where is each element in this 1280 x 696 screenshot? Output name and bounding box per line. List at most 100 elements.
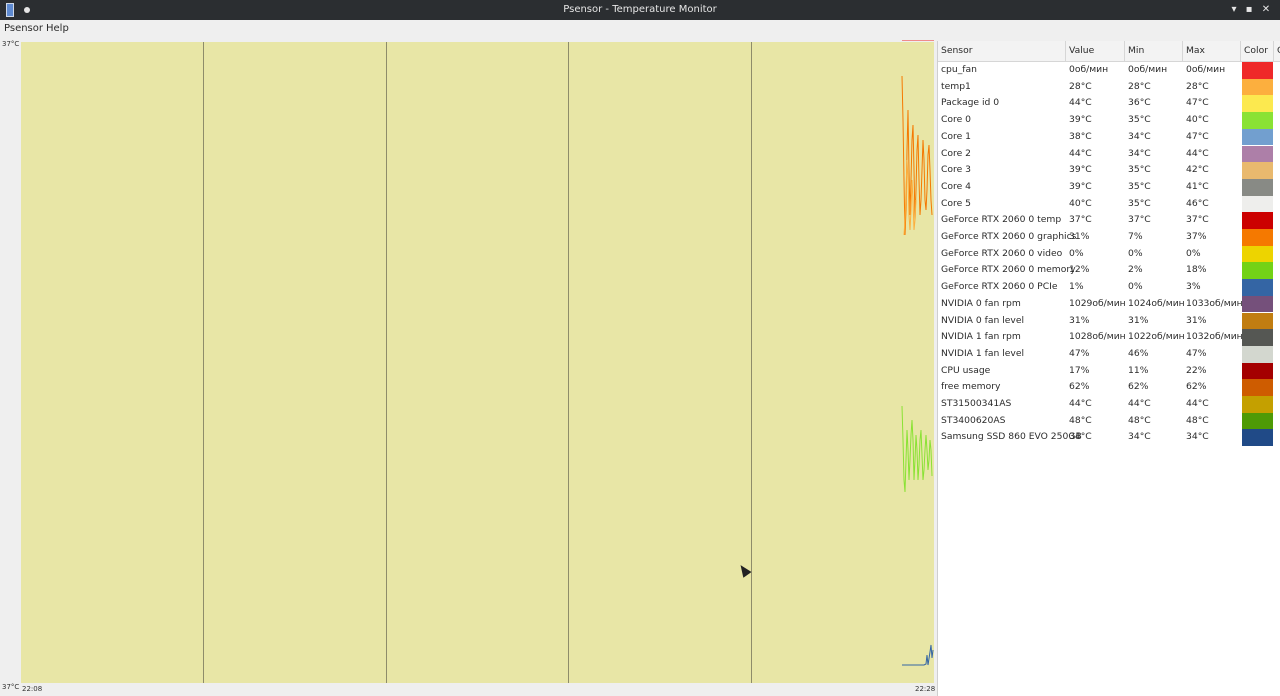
sensor-color-swatch[interactable] [1242,396,1273,413]
sensor-max-cell: 47% [1186,347,1207,359]
column-header-value[interactable]: Value [1066,41,1125,61]
sensor-color-swatch[interactable] [1242,362,1273,380]
menu-help[interactable]: Help [44,23,71,34]
sensor-name-cell: Core 3 [941,164,972,176]
table-row[interactable]: NVIDIA 0 fan rpm 1029об/мин 1024об/мин 1033… [938,295,1280,313]
table-row[interactable]: NVIDIA 1 fan rpm 1028об/мин 1022об/мин 1032… [938,329,1280,346]
table-row[interactable]: Core 4 39°C 35°C 41°C [938,178,1280,196]
window-title: Psensor - Temperature Monitor [563,4,717,15]
table-row[interactable]: CPU usage 17% 11% 22% [938,362,1280,380]
sensor-min-cell: 2% [1128,264,1143,276]
table-row[interactable]: Core 5 40°C 35°C 46°C [938,195,1280,213]
table-row[interactable]: GeForce RTX 2060 0 memory 12% 2% 18% [938,262,1280,280]
sensor-value-cell: 39°C [1069,164,1092,176]
sensor-name-cell: free memory [941,381,1001,393]
table-row[interactable]: Core 2 44°C 34°C 44°C [938,145,1280,163]
sensor-color-swatch[interactable] [1242,279,1273,296]
sensor-min-cell: 44°C [1128,398,1151,409]
sensor-max-cell: 40°C [1186,114,1209,126]
sensor-color-swatch[interactable] [1242,345,1273,363]
sensor-color-swatch[interactable] [1242,412,1273,430]
sensor-color-swatch[interactable] [1242,112,1273,129]
sensor-color-swatch[interactable] [1242,312,1273,330]
sensor-value-cell: 31% [1069,314,1090,326]
sensor-min-cell: 34°C [1128,130,1151,142]
sensor-color-swatch[interactable] [1242,95,1273,113]
table-row[interactable]: Package id 0 44°C 36°C 47°C [938,95,1280,113]
sensor-min-cell: 34°C [1128,431,1151,443]
graph-area: 37°C 37°C 22:08 22:28 [0,40,936,696]
table-row[interactable]: Core 0 39°C 35°C 40°C [938,112,1280,129]
close-button[interactable]: ✕ [1258,2,1274,18]
sensor-color-swatch[interactable] [1242,62,1273,79]
sensor-max-cell: 31% [1186,314,1207,326]
table-row[interactable]: Core 1 38°C 34°C 47°C [938,128,1280,146]
sensor-color-swatch[interactable] [1242,329,1273,346]
menu-psensor[interactable]: Psensor [2,23,45,34]
table-row[interactable]: GeForce RTX 2060 0 video 0% 0% 0% [938,245,1280,263]
table-row[interactable]: NVIDIA 1 fan level 47% 46% 47% [938,345,1280,363]
sensor-color-swatch[interactable] [1242,78,1273,96]
sensor-color-swatch[interactable] [1242,178,1273,196]
y-axis-max-label: 37°C [2,40,20,48]
sensor-max-cell: 46°C [1186,197,1209,209]
sensor-value-cell: 44°C [1069,147,1092,159]
sensor-name-cell: NVIDIA 1 fan rpm [941,331,1021,343]
sensor-name-cell: Core 0 [941,114,972,126]
sensor-name-cell: Samsung SSD 860 EVO 250GB [941,431,1082,443]
sensor-color-swatch[interactable] [1242,212,1273,229]
sensor-color-swatch[interactable] [1242,145,1273,163]
sensor-min-cell: 46% [1128,347,1149,359]
minimize-button[interactable]: ▾ [1226,2,1242,18]
sensor-min-cell: 0% [1128,247,1143,259]
y-axis-min-label: 37°C [2,683,20,691]
maximize-button[interactable]: ▪ [1241,2,1257,18]
column-header-min[interactable]: Min [1125,41,1183,61]
column-header-sensor[interactable]: Sensor [938,41,1066,61]
sensor-max-cell: 28°C [1186,80,1209,92]
sensor-min-cell: 28°C [1128,80,1151,92]
table-row[interactable]: GeForce RTX 2060 0 temp 37°C 37°C 37°C [938,212,1280,229]
table-row[interactable]: Core 3 39°C 35°C 42°C [938,162,1280,179]
sensor-value-cell: 48°C [1069,414,1092,426]
table-row[interactable]: temp1 28°C 28°C 28°C [938,78,1280,96]
sensor-value-cell: 31% [1069,231,1090,242]
graph-background [21,42,934,683]
sensor-color-swatch[interactable] [1242,128,1273,146]
table-row[interactable]: ST31500341AS 44°C 44°C 44°C [938,396,1280,413]
sensor-color-swatch[interactable] [1242,245,1273,263]
sensor-value-cell: 39°C [1069,114,1092,126]
table-row[interactable]: free memory 62% 62% 62% [938,379,1280,396]
sensor-color-swatch[interactable] [1242,429,1273,447]
sensor-max-cell: 41°C [1186,180,1209,192]
sensor-name-cell: Core 4 [941,180,972,192]
sensor-color-swatch[interactable] [1242,379,1273,396]
column-header-max[interactable]: Max [1183,41,1241,61]
table-row[interactable]: GeForce RTX 2060 0 PCIe 1% 0% 3% [938,279,1280,296]
sensor-min-cell: 62% [1128,381,1149,393]
sensor-name-cell: Core 1 [941,130,972,142]
table-row[interactable]: ST3400620AS 48°C 48°C 48°C [938,412,1280,430]
sensor-name-cell: cpu_fan [941,64,977,75]
sensor-min-cell: 35°C [1128,164,1151,176]
sensor-color-swatch[interactable] [1242,262,1273,280]
sensor-max-cell: 1032об/мин [1186,331,1243,343]
table-row[interactable]: NVIDIA 0 fan level 31% 31% 31% [938,312,1280,330]
menu-bar: Psensor Help [0,20,1280,40]
sensor-min-cell: 35°C [1128,114,1151,126]
table-row[interactable]: Samsung SSD 860 EVO 250GB 34°C 34°C 34°C [938,429,1280,447]
sensor-max-cell: 18% [1186,264,1207,276]
sensor-value-cell: 39°C [1069,180,1092,192]
sensor-color-swatch[interactable] [1242,162,1273,179]
sensor-value-cell: 17% [1069,364,1090,376]
sensor-min-cell: 48°C [1128,414,1151,426]
sensor-color-swatch[interactable] [1242,229,1273,246]
table-row[interactable]: cpu_fan 0об/мин 0об/мин 0об/мин [938,62,1280,79]
sensor-min-cell: 31% [1128,314,1149,326]
table-row[interactable]: GeForce RTX 2060 0 graphics 31% 7% 37% [938,229,1280,246]
sensor-value-cell: 1028об/мин [1069,331,1126,343]
column-header-graph[interactable]: G [1274,41,1280,61]
column-header-color[interactable]: Color [1241,41,1274,61]
sensor-color-swatch[interactable] [1242,195,1273,213]
sensor-color-swatch[interactable] [1242,295,1273,313]
